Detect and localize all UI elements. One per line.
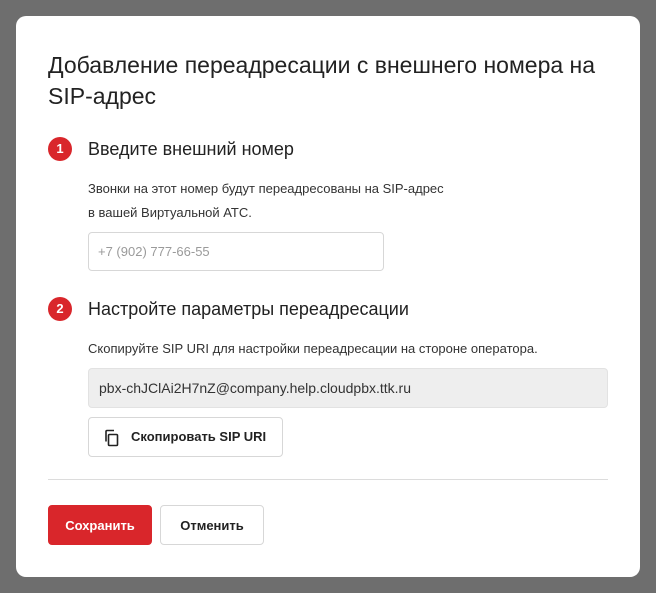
cancel-button[interactable]: Отменить xyxy=(160,505,264,545)
step-1-description-line-2: в вашей Виртуальной АТС. xyxy=(88,205,252,220)
step-1-description-line-1: Звонки на этот номер будут переадресован… xyxy=(88,181,444,196)
footer-divider xyxy=(48,479,608,480)
copy-icon xyxy=(105,429,119,447)
external-number-input[interactable] xyxy=(88,232,384,271)
forwarding-dialog: Добавление переадресации с внешнего номе… xyxy=(16,16,640,577)
copy-sip-uri-button[interactable]: Скопировать SIP URI xyxy=(88,417,283,457)
step-1-badge: 1 xyxy=(48,137,72,161)
step-2-badge: 2 xyxy=(48,297,72,321)
save-button[interactable]: Сохранить xyxy=(48,505,152,545)
sip-uri-field[interactable]: pbx-chJClAi2H7nZ@company.help.cloudpbx.t… xyxy=(88,368,608,408)
step-2-title: Настройте параметры переадресации xyxy=(88,299,409,319)
step-1-title: Введите внешний номер xyxy=(88,139,294,159)
dialog-title: Добавление переадресации с внешнего номе… xyxy=(48,52,596,109)
step-2-description: Скопируйте SIP URI для настройки переадр… xyxy=(88,341,538,356)
copy-sip-uri-label: Скопировать SIP URI xyxy=(131,429,267,444)
